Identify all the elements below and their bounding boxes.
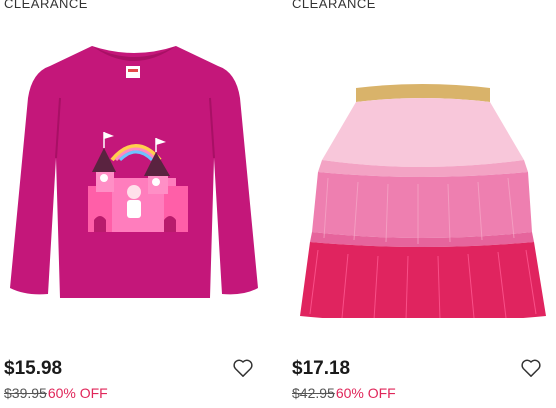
sale-price: $17.18 — [292, 358, 351, 379]
discount-label: 60% OFF — [335, 385, 396, 401]
heart-outline-icon[interactable] — [232, 358, 254, 378]
product-image-skirt[interactable] — [288, 28, 556, 318]
original-price: $42.95 — [292, 385, 335, 401]
price-details: $39.9560% OFF — [4, 385, 108, 401]
clearance-badge: CLEARANCE — [4, 0, 88, 11]
sale-price: $15.98 — [4, 358, 63, 379]
product-image-shirt[interactable] — [0, 28, 268, 318]
price-details: $42.9560% OFF — [292, 385, 396, 401]
product-card[interactable]: CLEARANCE $17.18 $42.9560% OFF — [288, 0, 556, 408]
heart-outline-icon[interactable] — [520, 358, 542, 378]
product-card[interactable]: CLEARANCE $15.98 $39.9560% OFF — [0, 0, 268, 408]
original-price: $39.95 — [4, 385, 47, 401]
discount-label: 60% OFF — [47, 385, 108, 401]
clearance-badge: CLEARANCE — [292, 0, 376, 11]
